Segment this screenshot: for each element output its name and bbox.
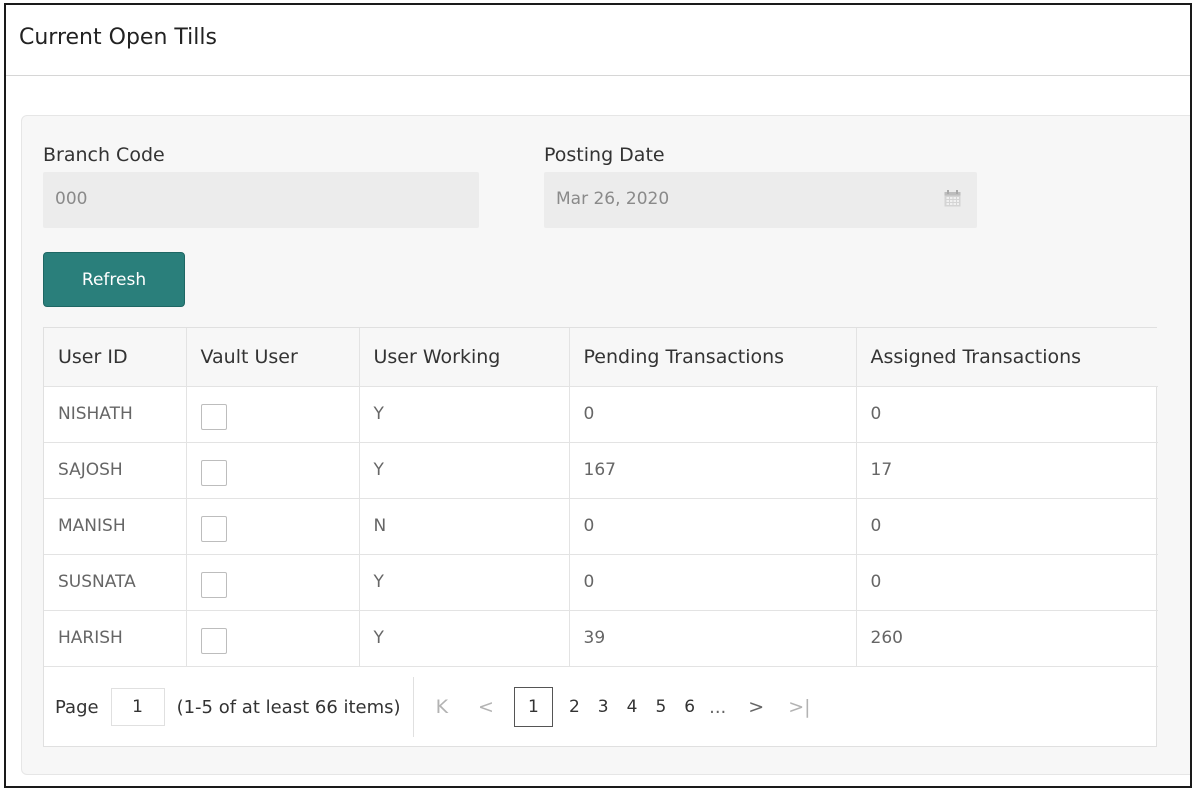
pager-divider (412, 677, 414, 737)
user-working-cell: Y (359, 554, 570, 611)
table-row[interactable]: NISHATH Y 0 0 (44, 386, 1158, 443)
page-link-1[interactable]: 1 (513, 687, 553, 727)
vault-user-checkbox[interactable] (200, 404, 227, 430)
table-row[interactable]: MANISH N 0 0 (44, 498, 1158, 555)
page-link-6[interactable]: 6 (684, 697, 695, 717)
first-page-icon[interactable]: K (436, 696, 448, 718)
vault-user-checkbox[interactable] (200, 572, 227, 598)
page-link-4[interactable]: 4 (627, 697, 638, 717)
column-header-vault-user[interactable]: Vault User (186, 328, 360, 387)
posting-date-value: Mar 26, 2020 (556, 189, 670, 209)
last-page-icon[interactable]: >| (788, 696, 810, 718)
user-id-cell: SUSNATA (44, 554, 187, 611)
pending-transactions-cell: 167 (569, 442, 857, 499)
calendar-icon[interactable] (944, 190, 961, 207)
assigned-transactions-cell: 0 (856, 554, 1158, 611)
pending-transactions-cell: 0 (569, 554, 857, 611)
vault-user-checkbox[interactable] (200, 516, 227, 542)
user-id-cell: HARISH (44, 610, 187, 667)
table-row[interactable]: SUSNATA Y 0 0 (44, 554, 1158, 611)
vault-user-cell (186, 554, 360, 611)
user-working-cell: Y (359, 610, 570, 667)
branch-code-field[interactable]: 000 (43, 172, 479, 228)
page-number-input[interactable] (110, 688, 165, 726)
page-link-2[interactable]: 2 (569, 697, 580, 717)
pending-transactions-cell: 39 (569, 610, 857, 667)
table-row[interactable]: SAJOSH Y 167 17 (44, 442, 1158, 499)
assigned-transactions-cell: 260 (856, 610, 1158, 667)
window-frame: Current Open Tills Branch Code 000 Posti… (4, 3, 1192, 788)
page-link-3[interactable]: 3 (598, 697, 609, 717)
page-label: Page (55, 696, 99, 718)
page-link-5[interactable]: 5 (655, 697, 666, 717)
user-working-cell: Y (359, 442, 570, 499)
pending-transactions-cell: 0 (569, 498, 857, 555)
column-header-user-working[interactable]: User Working (359, 328, 570, 387)
column-header-assigned-transactions[interactable]: Assigned Transactions (856, 328, 1158, 387)
vault-user-cell (186, 386, 360, 443)
assigned-transactions-cell: 17 (856, 442, 1158, 499)
refresh-button[interactable]: Refresh (43, 252, 185, 307)
vault-user-cell (186, 498, 360, 555)
prev-page-icon[interactable]: < (478, 696, 494, 718)
vault-user-checkbox[interactable] (200, 460, 227, 486)
branch-code-label: Branch Code (43, 144, 165, 166)
vault-user-checkbox[interactable] (200, 628, 227, 654)
search-panel: Branch Code 000 Posting Date Mar 26, 202… (21, 115, 1190, 775)
page-ellipsis[interactable]: ... (709, 697, 726, 718)
vault-user-cell (186, 442, 360, 499)
assigned-transactions-cell: 0 (856, 386, 1158, 443)
pagination-bar: Page (1-5 of at least 66 items) K < 1 2 … (44, 668, 1156, 746)
user-id-cell: NISHATH (44, 386, 187, 443)
user-working-cell: N (359, 498, 570, 555)
page-title: Current Open Tills (6, 5, 1190, 76)
vault-user-cell (186, 610, 360, 667)
pending-transactions-cell: 0 (569, 386, 857, 443)
user-id-cell: MANISH (44, 498, 187, 555)
open-tills-table: User ID Vault User User Working Pending … (44, 328, 1158, 667)
open-tills-grid: User ID Vault User User Working Pending … (43, 327, 1158, 747)
posting-date-field[interactable]: Mar 26, 2020 (544, 172, 977, 228)
column-header-user-id[interactable]: User ID (44, 328, 187, 387)
user-id-cell: SAJOSH (44, 442, 187, 499)
table-header-row: User ID Vault User User Working Pending … (44, 328, 1158, 387)
table-row[interactable]: HARISH Y 39 260 (44, 610, 1158, 667)
column-header-pending-transactions[interactable]: Pending Transactions (569, 328, 857, 387)
assigned-transactions-cell: 0 (856, 498, 1158, 555)
items-info: (1-5 of at least 66 items) (176, 696, 401, 718)
next-page-icon[interactable]: > (748, 696, 764, 718)
posting-date-label: Posting Date (544, 144, 665, 166)
user-working-cell: Y (359, 386, 570, 443)
